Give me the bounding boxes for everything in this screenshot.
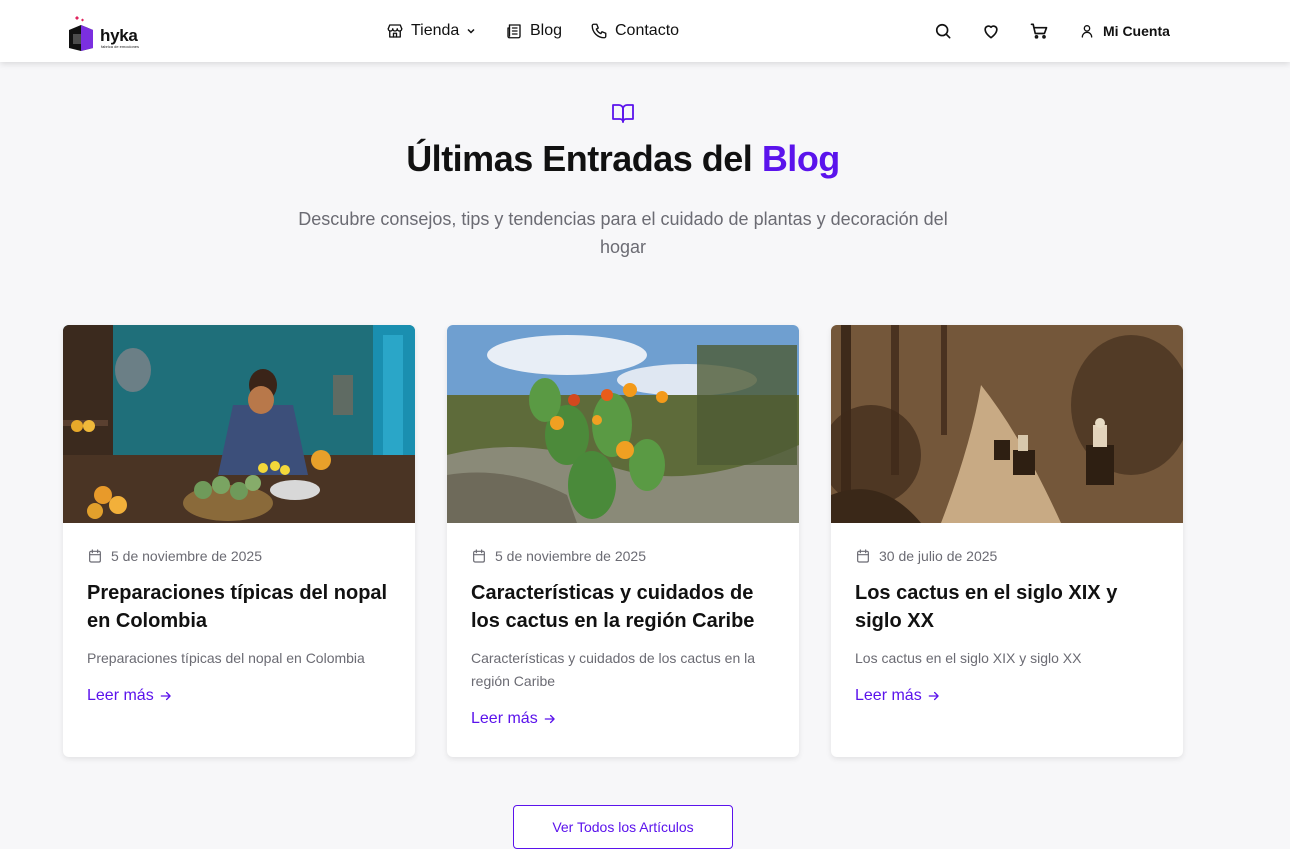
read-more-link[interactable]: Leer más: [855, 687, 941, 705]
nav-blog[interactable]: Blog: [505, 0, 562, 62]
blog-card[interactable]: 5 de noviembre de 2025 Preparaciones típ…: [63, 325, 415, 757]
nav-tienda-label: Tienda: [411, 22, 460, 39]
page-subtitle: Descubre consejos, tips y tendencias par…: [298, 209, 948, 257]
post-title[interactable]: Los cactus en el siglo XIX y siglo XX: [855, 579, 1160, 635]
post-image[interactable]: [831, 325, 1183, 523]
post-image[interactable]: [63, 325, 415, 523]
book-open-icon: [612, 104, 634, 123]
newspaper-icon: [507, 24, 521, 39]
post-date-text: 30 de julio de 2025: [879, 548, 998, 564]
read-more-label: Leer más: [471, 710, 538, 727]
logo[interactable]: hyka fabrica de emociones: [66, 8, 146, 54]
calendar-icon: [89, 549, 101, 563]
arrow-right-icon: [160, 691, 171, 701]
account-label: Mi Cuenta: [1103, 23, 1170, 39]
post-image[interactable]: [447, 325, 799, 523]
post-excerpt: Los cactus en el siglo XIX y siglo XX: [855, 650, 1082, 666]
post-date: 30 de julio de 2025: [855, 548, 997, 564]
read-more-link[interactable]: Leer más: [471, 710, 557, 728]
phone-icon: [591, 23, 607, 39]
nav-contacto[interactable]: Contacto: [590, 0, 679, 62]
heart-icon[interactable]: [981, 21, 1001, 41]
account-button[interactable]: Mi Cuenta: [1079, 0, 1170, 62]
view-all-articles-button[interactable]: Ver Todos los Artículos: [513, 805, 733, 849]
logo-mark-icon: [69, 16, 93, 51]
page-title: Últimas Entradas del Blog: [0, 138, 1246, 180]
logo-name: hyka: [100, 26, 138, 45]
post-date: 5 de noviembre de 2025: [471, 548, 646, 564]
nav-tienda[interactable]: Tienda: [386, 0, 476, 62]
post-date-text: 5 de noviembre de 2025: [111, 548, 262, 564]
post-date: 5 de noviembre de 2025: [87, 548, 262, 564]
read-more-label: Leer más: [87, 687, 154, 704]
chevron-down-icon: [467, 28, 475, 34]
search-icon[interactable]: [933, 21, 953, 41]
nav-blog-label: Blog: [530, 22, 563, 39]
post-excerpt: Preparaciones típicas del nopal en Colom…: [87, 650, 365, 666]
post-title[interactable]: Preparaciones típicas del nopal en Colom…: [87, 579, 392, 635]
user-icon: [1081, 25, 1093, 38]
read-more-link[interactable]: Leer más: [87, 687, 173, 705]
cart-icon[interactable]: [1029, 21, 1049, 41]
post-excerpt: Características y cuidados de los cactus…: [471, 650, 756, 689]
calendar-icon: [473, 549, 485, 563]
title-main: Últimas Entradas del: [406, 138, 762, 179]
read-more-label: Leer más: [855, 687, 922, 704]
post-title[interactable]: Características y cuidados de los cactus…: [471, 579, 776, 635]
calendar-icon: [857, 549, 869, 563]
site-header: hyka fabrica de emociones Tienda Blog Co…: [0, 0, 1290, 62]
arrow-right-icon: [928, 691, 939, 701]
blog-card[interactable]: 5 de noviembre de 2025 Características y…: [447, 325, 799, 757]
post-date-text: 5 de noviembre de 2025: [495, 548, 646, 564]
store-icon: [387, 24, 403, 38]
nav-contacto-label: Contacto: [615, 22, 680, 39]
title-accent: Blog: [761, 138, 840, 179]
blog-card[interactable]: 30 de julio de 2025 Los cactus en el sig…: [831, 325, 1183, 757]
arrow-right-icon: [544, 714, 555, 724]
logo-tagline: fabrica de emociones: [101, 44, 140, 49]
